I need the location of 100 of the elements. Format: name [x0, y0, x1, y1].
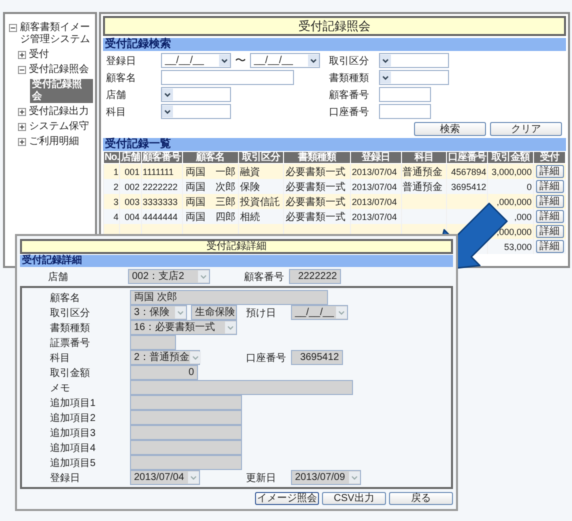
table-cell: 53,000 — [504, 242, 532, 252]
dropdown: __/__/__ — [291, 305, 348, 320]
table-cell: 2222222 — [142, 182, 178, 192]
expand-icon[interactable] — [18, 138, 26, 146]
dropdown: 16：必要書類一式 — [130, 320, 237, 335]
column-header: 顧客名 — [182, 152, 238, 164]
tree-item[interactable]: 受付記録出力 — [29, 106, 89, 118]
dropdown[interactable] — [379, 70, 449, 85]
field-label: 追加項目3 — [49, 426, 97, 440]
tree-item[interactable]: システム保守 — [29, 121, 89, 133]
tree-item[interactable]: ご利用明細 — [29, 136, 79, 148]
table-cell: 003 — [124, 196, 140, 206]
field-label: 科目 — [49, 352, 71, 364]
table-cell: 両国 次郎 — [185, 182, 236, 192]
field-label: 書類種類 — [49, 322, 91, 334]
table-cell: 0 — [526, 182, 532, 192]
field-label: 科目 — [106, 106, 127, 118]
field-label: 顧客名 — [49, 292, 81, 304]
detail-button[interactable]: 詳細 — [536, 225, 564, 238]
column-header: 取引区分 — [238, 152, 284, 164]
date-dropdown[interactable]: __/__/__ — [161, 53, 231, 68]
table-cell: 4444444 — [142, 212, 178, 222]
detail-button[interactable]: 詳細 — [536, 165, 564, 178]
field-label: 顧客名 — [106, 72, 137, 84]
table-cell: ,000 — [514, 212, 532, 222]
expand-icon[interactable] — [18, 123, 26, 131]
tree-item[interactable]: 受付記録照会 — [30, 79, 93, 103]
table-cell: ,000,000 — [496, 226, 532, 236]
tree-item[interactable]: 受付 — [29, 49, 49, 61]
tree-item[interactable]: 顧客書類イメージ管理システム — [20, 22, 93, 46]
field-label: 口座番号 — [328, 106, 370, 118]
field-label: 書類種類 — [328, 72, 370, 84]
table-cell: 1111111 — [142, 166, 174, 176]
column-header: 口座番号 — [446, 152, 488, 164]
action-button[interactable]: CSV出力 — [322, 492, 386, 505]
section-header: 受付記録検索 — [103, 38, 566, 51]
table-cell: ,000,000 — [496, 196, 532, 206]
caret-icon — [308, 54, 319, 67]
action-button[interactable]: 戻る — [389, 492, 453, 505]
column-header: 顧客番号 — [141, 152, 182, 164]
caret-icon — [175, 306, 186, 319]
field-label: 登録日 — [106, 54, 137, 68]
table-cell: 普通預金 — [402, 182, 443, 192]
table-cell: 2013/07/04 — [352, 166, 397, 176]
window-title: 受付記録詳細 — [20, 239, 453, 254]
caret-icon — [336, 306, 347, 319]
section-header: 受付記録詳細 — [20, 255, 453, 267]
date-dropdown[interactable]: __/__/__ — [250, 53, 320, 68]
column-header: 取引金額 — [488, 152, 534, 164]
table-cell: 1 — [113, 166, 118, 176]
text-field[interactable] — [379, 104, 431, 119]
column-header: No. — [104, 152, 120, 164]
action-button[interactable]: クリア — [490, 122, 562, 136]
caret-icon — [349, 471, 360, 484]
text-field: 両国 次郎 — [130, 290, 328, 305]
table-cell: 3695412 — [451, 182, 486, 192]
dropdown[interactable] — [379, 53, 449, 68]
text-field[interactable] — [161, 70, 294, 85]
text-field: 3695412 — [291, 350, 343, 365]
field-label: 追加項目4 — [49, 442, 97, 454]
table-cell: 2013/07/04 — [352, 212, 397, 222]
detail-button[interactable]: 詳細 — [536, 210, 564, 223]
table-cell: 2013/07/04 — [352, 196, 397, 206]
expand-icon[interactable] — [18, 108, 26, 116]
caret-icon — [380, 71, 391, 84]
collapse-icon[interactable] — [9, 24, 17, 32]
field-label: 取引区分 — [328, 54, 370, 68]
text-field: 生命保険 — [191, 305, 237, 320]
table-cell: 必要書類一式 — [285, 182, 346, 192]
expand-icon[interactable] — [18, 51, 26, 59]
table-cell: 融資 — [240, 166, 260, 178]
caret-icon — [188, 471, 199, 484]
table-cell: 両国 三郎 — [185, 196, 236, 208]
text-field[interactable] — [379, 87, 431, 102]
field-label: 追加項目5 — [49, 456, 97, 470]
action-button[interactable]: イメージ照会 — [255, 492, 319, 505]
detail-button[interactable]: 詳細 — [536, 195, 564, 208]
table-cell: 004 — [124, 212, 140, 222]
table-cell: 3333333 — [142, 196, 178, 206]
detail-button[interactable]: 詳細 — [536, 240, 564, 253]
collapse-icon[interactable] — [18, 66, 26, 74]
dropdown[interactable] — [161, 104, 231, 119]
caret-icon — [190, 351, 201, 364]
detail-button[interactable]: 詳細 — [536, 180, 564, 193]
caret-icon — [198, 270, 209, 283]
column-header: 店舗 — [120, 152, 142, 164]
caret-icon — [162, 105, 173, 118]
dropdown: 2013/07/04 — [130, 470, 200, 485]
caret-icon — [162, 88, 173, 101]
field-label: 更新日 — [246, 472, 277, 484]
dropdown[interactable] — [161, 87, 231, 102]
action-button[interactable]: 検索 — [414, 122, 486, 136]
column-header: 登録日 — [350, 152, 402, 164]
page-title: 受付記録照会 — [103, 16, 566, 36]
table-cell: 普通預金 — [402, 166, 443, 178]
field-label: 店舗 — [47, 270, 69, 284]
table-cell: 3 — [113, 196, 118, 206]
tree-item[interactable]: 受付記録照会 — [29, 64, 89, 76]
text-field: 2222222 — [289, 269, 341, 284]
table-cell: 必要書類一式 — [285, 212, 346, 222]
